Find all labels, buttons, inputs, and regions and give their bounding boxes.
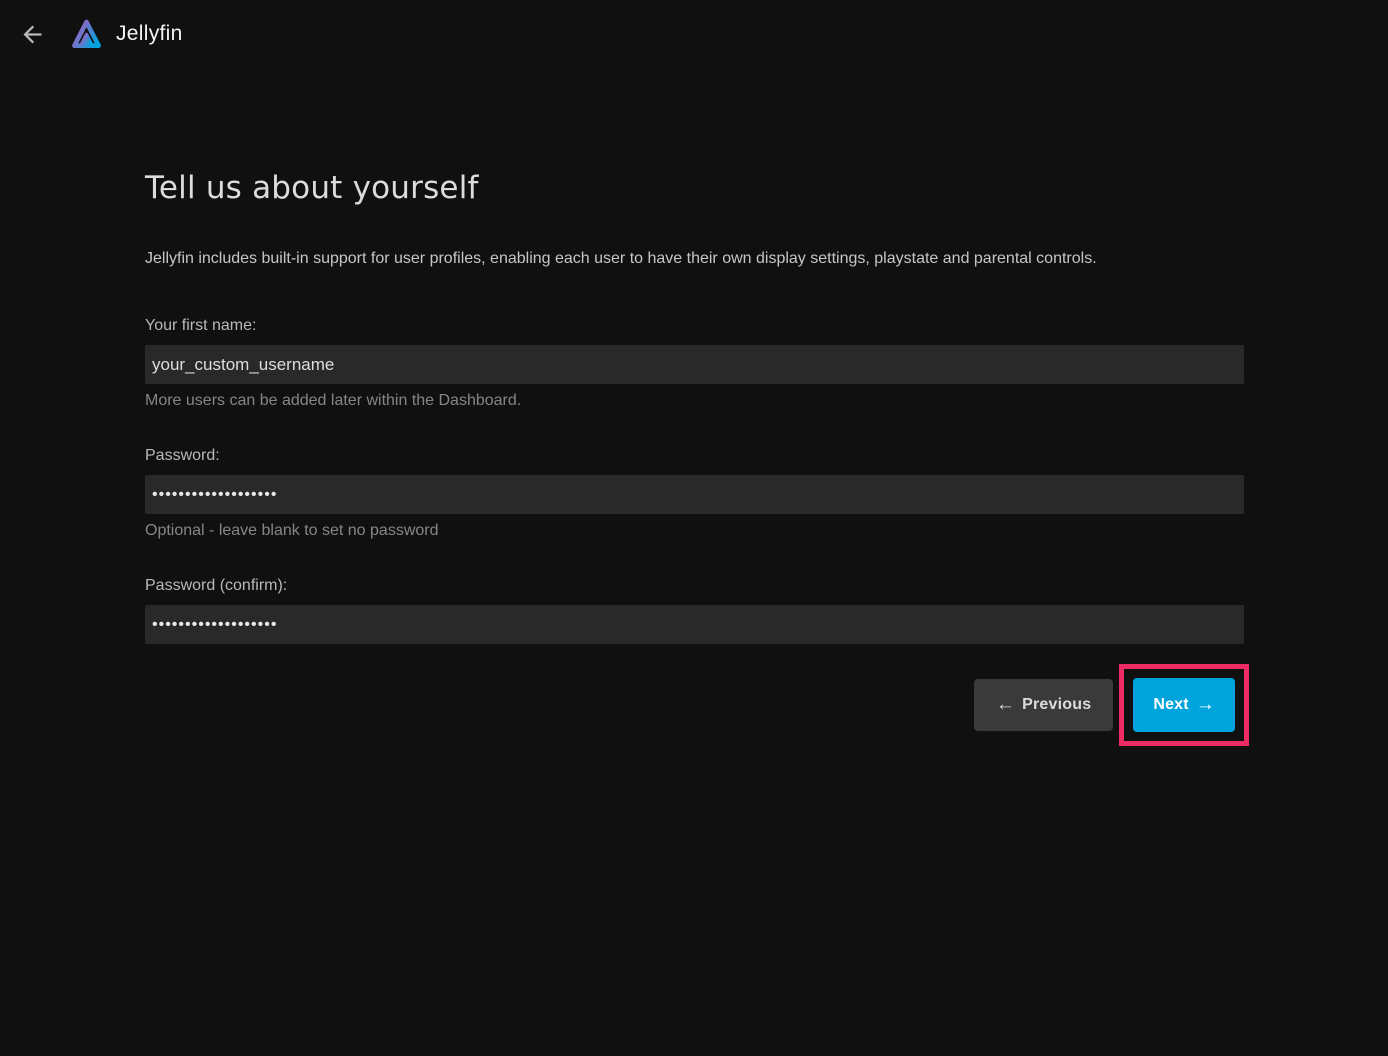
jellyfin-logo-icon bbox=[66, 14, 107, 55]
password-helper-text: Optional - leave blank to set no passwor… bbox=[145, 520, 1244, 541]
top-bar: Jellyfin bbox=[0, 0, 1388, 68]
first-name-input[interactable] bbox=[145, 345, 1244, 384]
arrow-right-icon: → bbox=[1196, 695, 1215, 714]
next-button-label: Next bbox=[1153, 696, 1188, 714]
back-arrow-icon bbox=[19, 21, 46, 48]
password-confirm-field-group: Password (confirm): bbox=[145, 575, 1244, 644]
password-field-group: Password: Optional - leave blank to set … bbox=[145, 445, 1244, 541]
password-label: Password: bbox=[145, 445, 1244, 467]
next-button[interactable]: Next → bbox=[1133, 678, 1235, 732]
arrow-left-icon: ← bbox=[996, 695, 1015, 714]
password-confirm-input[interactable] bbox=[145, 605, 1244, 644]
previous-button-label: Previous bbox=[1022, 696, 1091, 714]
wizard-buttons-row: ← Previous Next → bbox=[145, 664, 1244, 746]
first-name-label: Your first name: bbox=[145, 315, 1244, 337]
back-button[interactable] bbox=[16, 18, 48, 50]
page-title: Tell us about yourself bbox=[145, 168, 1244, 208]
previous-button[interactable]: ← Previous bbox=[974, 679, 1113, 731]
password-confirm-label: Password (confirm): bbox=[145, 575, 1244, 597]
annotation-highlight: Next → bbox=[1119, 664, 1249, 746]
password-input[interactable] bbox=[145, 475, 1244, 514]
setup-wizard-page: Tell us about yourself Jellyfin includes… bbox=[145, 168, 1244, 746]
first-name-field-group: Your first name: More users can be added… bbox=[145, 315, 1244, 411]
first-name-helper-text: More users can be added later within the… bbox=[145, 390, 1244, 411]
app-name: Jellyfin bbox=[116, 22, 183, 46]
page-description: Jellyfin includes built-in support for u… bbox=[145, 248, 1244, 270]
